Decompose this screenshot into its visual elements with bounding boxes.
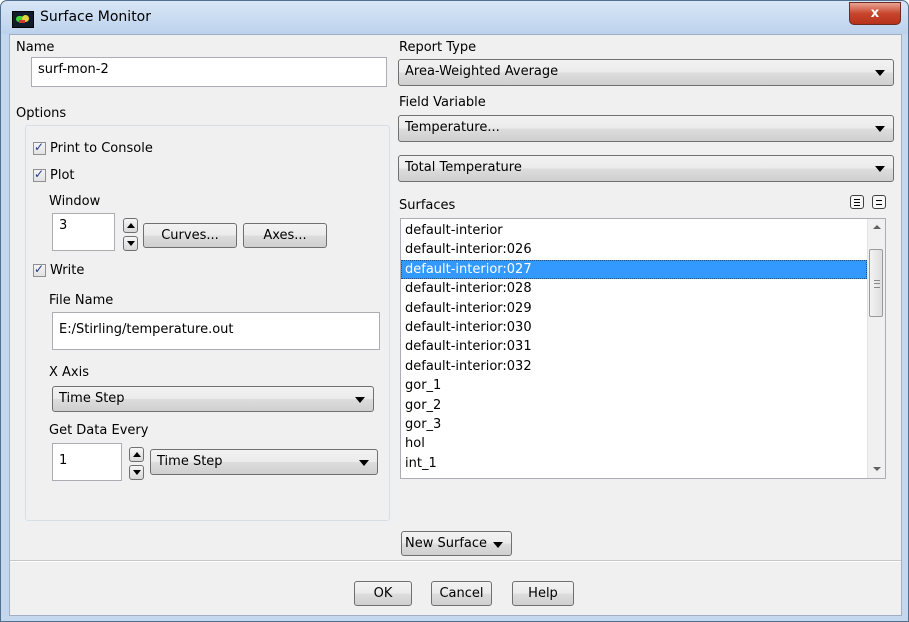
get-data-decrement-button[interactable] (129, 465, 144, 480)
list-item[interactable]: hol (401, 434, 867, 453)
checkbox-checked-icon (33, 167, 46, 182)
list-item[interactable]: default-interior:026 (401, 240, 867, 259)
chevron-down-icon (875, 126, 885, 132)
chevron-down-icon (355, 397, 365, 403)
list-item[interactable]: default-interior:028 (401, 279, 867, 298)
chevron-down-icon (875, 166, 885, 172)
cancel-button[interactable]: Cancel (431, 581, 492, 606)
options-label: Options (16, 106, 67, 121)
field-variable-label: Field Variable (399, 95, 486, 110)
get-data-unit-value: Time Step (157, 454, 223, 469)
write-label: Write (50, 263, 85, 278)
window-title: Surface Monitor (40, 9, 152, 25)
list-item[interactable]: default-interior (401, 221, 867, 240)
list-item[interactable]: int_1 (401, 454, 867, 473)
surfaces-label: Surfaces (399, 198, 456, 213)
list-item[interactable]: default-interior:029 (401, 299, 867, 318)
chevron-down-icon (359, 460, 369, 466)
get-data-every-input[interactable]: 1 (52, 443, 122, 481)
field-variable-dropdown[interactable]: Total Temperature (398, 155, 894, 182)
new-surface-label: New Surface (405, 536, 488, 551)
get-data-increment-button[interactable] (129, 447, 144, 462)
grip-icon (874, 280, 880, 288)
plot-checkbox[interactable]: Plot (33, 167, 75, 183)
window-number-input[interactable]: 3 (52, 213, 115, 251)
title-bar[interactable]: Surface Monitor x (1, 1, 908, 34)
write-checkbox[interactable]: Write (33, 262, 85, 278)
field-variable-value: Total Temperature (405, 160, 522, 175)
field-variable-category-value: Temperature... (405, 120, 500, 135)
x-axis-value: Time Step (59, 391, 125, 406)
list-item[interactable]: gor_2 (401, 396, 867, 415)
dialog-body: Name surf-mon-2 Options Print to Console… (9, 34, 902, 616)
chevron-down-icon (493, 542, 503, 548)
name-label: Name (16, 40, 55, 55)
close-button[interactable]: x (849, 2, 901, 25)
chevron-down-icon (875, 70, 885, 76)
fluent-app-icon (12, 11, 34, 28)
new-surface-button[interactable]: New Surface (401, 531, 512, 556)
curves-button[interactable]: Curves... (143, 223, 237, 248)
window-decrement-button[interactable] (123, 236, 138, 251)
surface-monitor-dialog: Surface Monitor x Name surf-mon-2 Option… (0, 0, 909, 622)
report-type-dropdown[interactable]: Area-Weighted Average (398, 59, 894, 86)
surfaces-scrollbar[interactable] (867, 219, 885, 478)
checkbox-checked-icon (33, 262, 46, 277)
list-item[interactable]: default-interior:031 (401, 337, 867, 356)
field-variable-category-dropdown[interactable]: Temperature... (398, 115, 894, 142)
file-name-label: File Name (49, 293, 114, 308)
deselect-all-icon[interactable] (872, 195, 886, 209)
x-axis-label: X Axis (49, 365, 90, 380)
report-type-label: Report Type (399, 40, 477, 55)
help-button[interactable]: Help (512, 581, 574, 606)
list-item[interactable]: gor_1 (401, 376, 867, 395)
scroll-thumb[interactable] (869, 249, 883, 317)
list-item[interactable]: default-interior:027 (401, 259, 867, 280)
plot-label: Plot (50, 168, 75, 183)
print-to-console-label: Print to Console (50, 141, 153, 156)
list-item[interactable]: gor_3 (401, 415, 867, 434)
scroll-down-icon[interactable] (868, 461, 885, 478)
list-item[interactable]: default-interior:030 (401, 318, 867, 337)
list-item[interactable]: default-interior:032 (401, 357, 867, 376)
window-increment-button[interactable] (123, 218, 138, 233)
get-data-unit-dropdown[interactable]: Time Step (150, 449, 378, 475)
scroll-up-icon[interactable] (868, 219, 885, 236)
name-input[interactable]: surf-mon-2 (31, 57, 387, 87)
get-data-every-label: Get Data Every (49, 423, 149, 438)
select-all-icon[interactable] (850, 195, 864, 209)
axes-button[interactable]: Axes... (243, 223, 327, 248)
surfaces-list[interactable]: default-interior default-interior:026 defa… (400, 218, 886, 479)
file-name-input[interactable]: E:/Stirling/temperature.out (52, 312, 380, 350)
window-label: Window (49, 194, 101, 209)
x-axis-dropdown[interactable]: Time Step (52, 386, 374, 412)
print-to-console-checkbox[interactable]: Print to Console (33, 140, 153, 156)
ok-button[interactable]: OK (354, 581, 412, 606)
report-type-value: Area-Weighted Average (405, 64, 559, 79)
footer-separator (10, 560, 901, 562)
checkbox-checked-icon (33, 140, 46, 155)
